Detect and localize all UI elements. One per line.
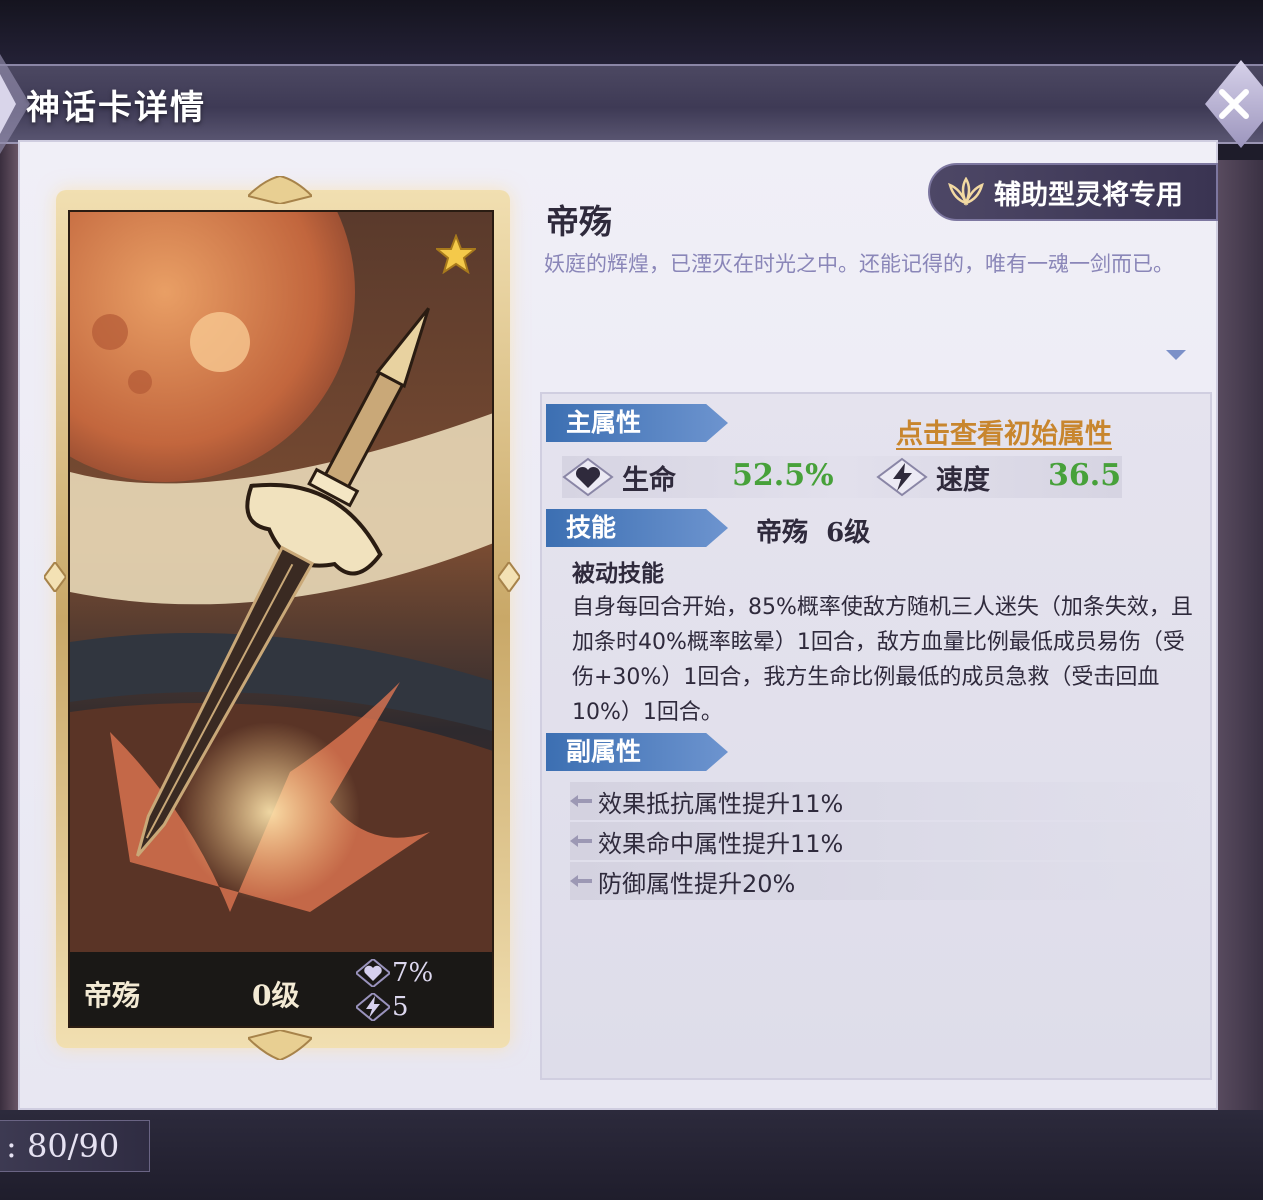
frame-gem-icon <box>248 1030 312 1060</box>
skill-type: 被动技能 <box>572 560 664 587</box>
card-name: 帝殇 <box>84 979 141 1012</box>
card-stat-hp: 7% <box>356 958 433 988</box>
card-image[interactable]: 帝殇 0级 7% 5 <box>68 210 494 1028</box>
heart-icon <box>356 959 390 987</box>
sub-attr-text: 效果抵抗属性提升11% <box>598 789 844 818</box>
sub-attr-tab: 副属性 <box>546 733 728 771</box>
skill-description: 自身每回合开始，85%概率使敌方随机三人迷失（加条失效，且加条时40%概率眩晕）… <box>572 595 1193 725</box>
stat-hp-label: 生命 <box>622 464 676 496</box>
collection-counter: : 80/90 <box>0 1120 150 1172</box>
stat-speed-value: 36.5 <box>1048 458 1122 493</box>
frame-gem-icon <box>498 562 520 592</box>
page-title: 神话卡详情 <box>26 88 206 128</box>
card-stat-speed: 5 <box>356 992 409 1022</box>
sub-attr-item: 效果抵抗属性提升11% <box>570 782 1200 820</box>
arrow-bullet-icon <box>570 875 592 887</box>
view-initial-attr-link[interactable]: 点击查看初始属性 <box>896 412 1112 451</box>
card-level: 0级 <box>252 979 300 1012</box>
star-icon <box>436 234 476 274</box>
sub-attr-text: 防御属性提升20% <box>598 869 796 898</box>
lightning-icon <box>876 457 928 497</box>
card-artwork <box>70 212 492 952</box>
card-stat-speed-value: 5 <box>392 992 409 1022</box>
close-icon <box>1219 89 1249 119</box>
stat-hp: 生命 <box>562 455 676 499</box>
lightning-icon <box>356 993 390 1021</box>
left-backdrop <box>0 75 20 1110</box>
sub-attr-item: 防御属性提升20% <box>570 862 1200 900</box>
bottom-backdrop <box>0 1110 1263 1200</box>
card-stat-hp-value: 7% <box>392 958 434 988</box>
skill-name: 帝殇 6级 <box>756 518 871 548</box>
sub-attr-text: 效果命中属性提升11% <box>598 829 844 858</box>
sub-attr-item: 效果命中属性提升11% <box>570 822 1200 860</box>
exclusive-tag-label: 辅助型灵将专用 <box>994 179 1183 211</box>
scroll-down-icon[interactable] <box>1166 350 1186 360</box>
arrow-bullet-icon <box>570 835 592 847</box>
frame-gem-icon <box>248 176 312 204</box>
item-description: 妖庭的辉煌，已湮灭在时光之中。还能记得的，唯有一魂一剑而已。 <box>544 252 1174 276</box>
item-name: 帝殇 <box>546 202 612 241</box>
exclusive-tag: 辅助型灵将专用 <box>928 163 1218 221</box>
arrow-bullet-icon <box>570 795 592 807</box>
main-attr-tab: 主属性 <box>546 404 728 442</box>
heart-icon <box>562 457 614 497</box>
lotus-icon <box>948 177 984 207</box>
frame-gem-icon <box>44 562 66 592</box>
card-info-bar: 帝殇 0级 7% 5 <box>70 952 492 1026</box>
stat-speed: 速度 <box>876 455 990 499</box>
skill-tab: 技能 <box>546 509 728 547</box>
right-backdrop <box>1215 160 1263 1110</box>
stat-speed-label: 速度 <box>936 464 990 496</box>
stat-hp-value: 52.5% <box>732 458 834 493</box>
